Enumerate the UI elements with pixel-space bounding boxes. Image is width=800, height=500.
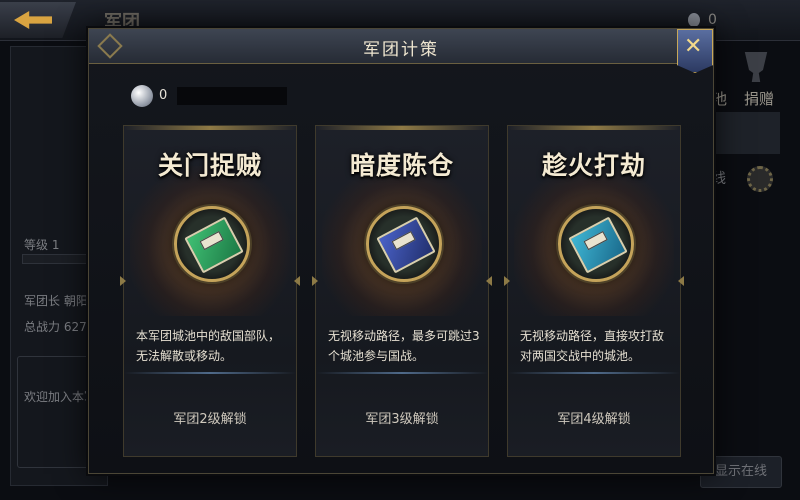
strategy-card-description: 无视移动路径，直接攻打敌对两国交战中的城池。 — [520, 329, 665, 363]
resource-value: 0 — [159, 88, 168, 103]
legion-leader-label: 军团长 朝阳 — [24, 294, 88, 308]
legion-strategy-dialog: 军团计策 ✕ 0 关门捉贼 本军团城池中的敌国部队，无法解散或移动。 军团2级解… — [88, 28, 714, 474]
card-divider — [508, 372, 680, 374]
card-side-marker — [120, 276, 126, 286]
dialog-title: 军团计策 — [363, 40, 439, 60]
strategy-card-unlock-text: 军团2级解锁 — [173, 412, 247, 427]
close-icon: ✕ — [684, 34, 703, 59]
line-label: 线 — [712, 171, 726, 187]
trophy-icon[interactable] — [744, 52, 768, 82]
card-divider — [316, 372, 488, 374]
strategy-card-title: 暗度陈仓 — [349, 151, 454, 180]
card-side-marker — [678, 276, 684, 286]
green-book-icon — [184, 216, 244, 274]
strategy-card[interactable]: 趁火打劫 无视移动路径，直接攻打敌对两国交战中的城池。 军团4级解锁 — [504, 125, 684, 457]
gear-icon[interactable] — [747, 166, 773, 192]
strategy-card-unlock-text: 军团4级解锁 — [557, 412, 631, 427]
card-side-marker — [486, 276, 492, 286]
cyan-book-icon — [568, 216, 628, 274]
card-side-marker — [504, 276, 510, 286]
strategy-card-unlock-text: 军团3级解锁 — [365, 412, 439, 427]
strategy-medal — [174, 206, 250, 282]
donate-label[interactable]: 捐赠 — [744, 88, 774, 109]
legion-power-label: 总战力 627 — [24, 320, 87, 334]
gem-icon — [688, 13, 700, 27]
silver-coin-icon — [131, 85, 153, 107]
close-button[interactable]: ✕ — [677, 29, 713, 73]
background-currency: 0 — [688, 12, 717, 28]
background-right-panel — [714, 112, 780, 154]
strategy-card[interactable]: 暗度陈仓 无视移动路径，最多可跳过3个城池参与国战。 军团3级解锁 — [312, 125, 492, 457]
background-currency-value: 0 — [708, 12, 717, 28]
strategy-card-title: 趁火打劫 — [541, 151, 646, 180]
strategy-medal — [366, 206, 442, 282]
card-side-marker — [294, 276, 300, 286]
strategy-card-title: 关门捉贼 — [157, 151, 262, 180]
card-divider — [124, 372, 296, 374]
back-arrow-icon — [14, 11, 52, 29]
pool-label: 池 — [712, 90, 728, 108]
strategy-card[interactable]: 关门捉贼 本军团城池中的敌国部队，无法解散或移动。 军团2级解锁 — [120, 125, 300, 457]
legion-welcome-text: 欢迎加入本军 — [24, 390, 97, 404]
dialog-header: 军团计策 — [89, 29, 713, 64]
card-side-marker — [312, 276, 318, 286]
blue-book-icon — [376, 216, 436, 274]
strategy-medal — [558, 206, 634, 282]
strategy-card-description: 本军团城池中的敌国部队，无法解散或移动。 — [136, 329, 281, 363]
legion-level-label: 等级 1 — [24, 238, 60, 252]
strategy-card-description: 无视移动路径，最多可跳过3个城池参与国战。 — [328, 329, 480, 363]
resource-value-bar — [177, 87, 287, 105]
